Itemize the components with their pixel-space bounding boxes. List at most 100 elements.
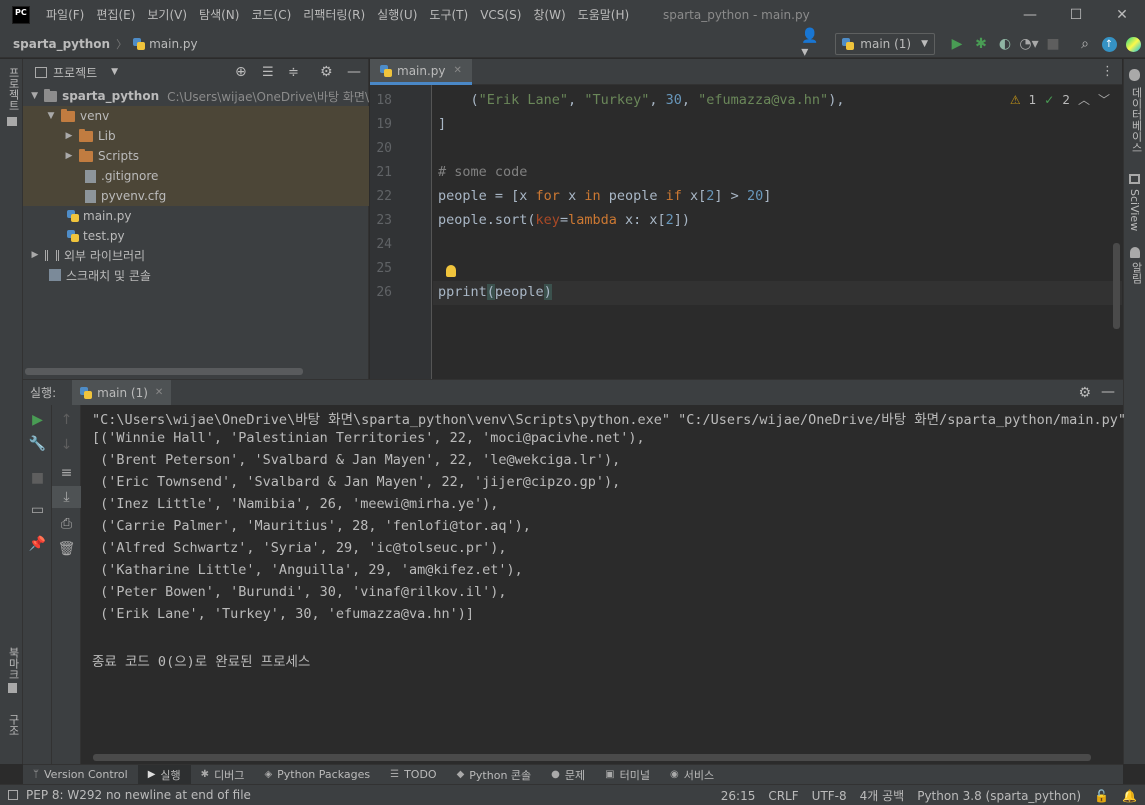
- inspection-widget[interactable]: ⚠ 1 ✓ 2 ︿ ﹀: [1010, 91, 1110, 108]
- tab-problems[interactable]: ● 문제: [541, 765, 595, 785]
- project-panel-title[interactable]: 프로젝트: [53, 64, 97, 81]
- tab-python-packages[interactable]: ◈ Python Packages: [254, 765, 380, 785]
- lock-icon[interactable]: 🔓: [1094, 789, 1109, 803]
- console-hscrollbar[interactable]: [93, 754, 1091, 761]
- tree-item-main-py[interactable]: main.py: [23, 206, 369, 226]
- menu-vcs[interactable]: VCS(S): [474, 0, 527, 30]
- tree-item-gitignore[interactable]: .gitignore: [23, 166, 369, 186]
- close-icon[interactable]: ✕: [454, 65, 462, 76]
- print-icon[interactable]: ⎙: [52, 513, 81, 535]
- trash-icon[interactable]: 🗑: [52, 538, 81, 560]
- chevron-right-icon[interactable]: ▶: [63, 131, 75, 141]
- menu-help[interactable]: 도움말(H): [572, 0, 636, 30]
- tool-tab-structure[interactable]: 구조: [5, 714, 21, 736]
- tool-tab-notifications[interactable]: 알림: [1128, 262, 1144, 284]
- project-hscrollbar[interactable]: [25, 368, 303, 375]
- layout-icon[interactable]: [8, 790, 18, 800]
- caret-position[interactable]: 26:15: [721, 789, 756, 803]
- chevron-down-icon[interactable]: ▼: [45, 111, 57, 121]
- collapse-all-icon[interactable]: ≑: [288, 65, 299, 80]
- tab-services[interactable]: ◉ 서비스: [660, 765, 724, 785]
- menu-code[interactable]: 코드(C): [245, 0, 297, 30]
- indent-setting[interactable]: 4개 공백: [860, 787, 905, 804]
- tool-tab-project[interactable]: 프로젝트: [5, 67, 21, 111]
- wrench-icon[interactable]: 🔧: [23, 433, 52, 455]
- run-config-select[interactable]: main (1) ▼: [835, 33, 935, 55]
- lightbulb-icon[interactable]: [446, 265, 456, 277]
- menu-file[interactable]: 파일(F): [40, 0, 90, 30]
- menu-navigate[interactable]: 탐색(N): [193, 0, 245, 30]
- search-icon[interactable]: ⌕: [1073, 32, 1097, 56]
- tab-main-py[interactable]: main.py ✕: [370, 59, 472, 85]
- line-separator[interactable]: CRLF: [768, 789, 798, 803]
- rerun-icon[interactable]: ▶: [23, 409, 52, 431]
- status-message[interactable]: PEP 8: W292 no newline at end of file: [26, 788, 251, 802]
- tree-item-lib[interactable]: ▶ Lib: [23, 126, 369, 146]
- run-icon[interactable]: ▶: [945, 32, 969, 56]
- user-icon[interactable]: 👤▾: [801, 28, 825, 60]
- coverage-icon[interactable]: ◐: [993, 32, 1017, 56]
- tab-version-control[interactable]: ᛘ Version Control: [23, 765, 138, 785]
- tree-item-venv[interactable]: ▼ venv: [23, 106, 369, 126]
- chevron-right-icon[interactable]: ▶: [29, 250, 41, 260]
- more-icon[interactable]: ⋮: [1101, 64, 1114, 79]
- chevron-down-icon[interactable]: ▼: [111, 67, 118, 77]
- run-tab-main[interactable]: main (1) ✕: [72, 379, 172, 406]
- hide-panel-icon[interactable]: —: [347, 64, 361, 80]
- close-window-button[interactable]: ✕: [1099, 0, 1145, 30]
- menu-window[interactable]: 창(W): [527, 0, 571, 30]
- tool-tab-database[interactable]: 데이터베이스: [1128, 87, 1144, 153]
- tab-terminal[interactable]: ▣ 터미널: [595, 765, 660, 785]
- menu-edit[interactable]: 편집(E): [90, 0, 141, 30]
- chevron-up-icon[interactable]: ︿: [1078, 91, 1090, 108]
- stop-icon[interactable]: ■: [23, 467, 52, 489]
- pycharm-logo-icon[interactable]: [1121, 32, 1145, 56]
- tab-debug[interactable]: ✱ 디버그: [191, 765, 255, 785]
- tree-item-scratches[interactable]: 스크래치 및 콘솔: [23, 265, 369, 285]
- tree-item-external-libraries[interactable]: ▶ 외부 라이브러리: [23, 245, 369, 265]
- gear-icon[interactable]: ⚙: [320, 64, 333, 80]
- tree-item-pyvenv-cfg[interactable]: pyvenv.cfg: [23, 186, 369, 206]
- tool-tab-bookmarks[interactable]: 북마크: [5, 647, 21, 680]
- breadcrumb-project[interactable]: sparta_python: [13, 37, 110, 51]
- tab-python-console[interactable]: ◆ Python 콘솔: [447, 765, 542, 785]
- minimize-button[interactable]: —: [1007, 0, 1053, 30]
- layout-icon[interactable]: ▭: [23, 499, 52, 521]
- profile-icon[interactable]: ◔▾: [1017, 32, 1041, 56]
- expand-all-icon[interactable]: ☰: [262, 65, 274, 80]
- arrow-up-icon[interactable]: ↑: [52, 409, 81, 431]
- menu-run[interactable]: 실행(U): [371, 0, 423, 30]
- run-console-output[interactable]: "C:\Users\wijae\OneDrive\바탕 화면\sparta_py…: [81, 405, 1126, 764]
- tree-item-test-py[interactable]: test.py: [23, 226, 369, 246]
- code-editor[interactable]: 18 19 20 21 22 23 24 25 26 ("Erik Lane",…: [370, 85, 1122, 379]
- close-icon[interactable]: ✕: [155, 387, 163, 398]
- chevron-down-icon[interactable]: ﹀: [1098, 91, 1110, 108]
- hide-panel-icon[interactable]: —: [1101, 384, 1115, 400]
- line-number: 24: [376, 237, 392, 252]
- chevron-right-icon[interactable]: ▶: [63, 151, 75, 161]
- tool-tab-sciview[interactable]: SciView: [1128, 189, 1141, 231]
- stop-icon[interactable]: ■: [1041, 32, 1065, 56]
- scroll-to-end-icon[interactable]: ⤓: [52, 486, 81, 508]
- editor-vscrollbar[interactable]: [1113, 243, 1120, 329]
- update-icon[interactable]: ↑: [1097, 32, 1121, 56]
- interpreter-selector[interactable]: Python 3.8 (sparta_python): [917, 789, 1081, 803]
- menu-view[interactable]: 보기(V): [141, 0, 193, 30]
- debug-icon[interactable]: ✱: [969, 32, 993, 56]
- tree-item-scripts[interactable]: ▶ Scripts: [23, 146, 369, 166]
- tab-todo[interactable]: ☰ TODO: [380, 765, 446, 785]
- tree-item-project-root[interactable]: ▼ sparta_python C:\Users\wijae\OneDrive\…: [23, 86, 369, 106]
- soft-wrap-icon[interactable]: ≡: [52, 462, 81, 484]
- gear-icon[interactable]: ⚙: [1078, 385, 1091, 401]
- arrow-down-icon[interactable]: ↓: [52, 434, 81, 456]
- maximize-button[interactable]: ☐: [1053, 0, 1099, 30]
- menu-refactor[interactable]: 리팩터링(R): [297, 0, 371, 30]
- file-encoding[interactable]: UTF-8: [812, 789, 847, 803]
- notification-bell-icon[interactable]: 🔔: [1122, 789, 1137, 803]
- chevron-down-icon[interactable]: ▼: [29, 91, 40, 101]
- menu-tools[interactable]: 도구(T): [423, 0, 474, 30]
- locate-icon[interactable]: ⊕: [235, 64, 247, 80]
- breadcrumb-file[interactable]: main.py: [149, 37, 198, 51]
- pin-icon[interactable]: 📌: [23, 533, 52, 555]
- tab-run[interactable]: ▶ 실행: [137, 764, 191, 785]
